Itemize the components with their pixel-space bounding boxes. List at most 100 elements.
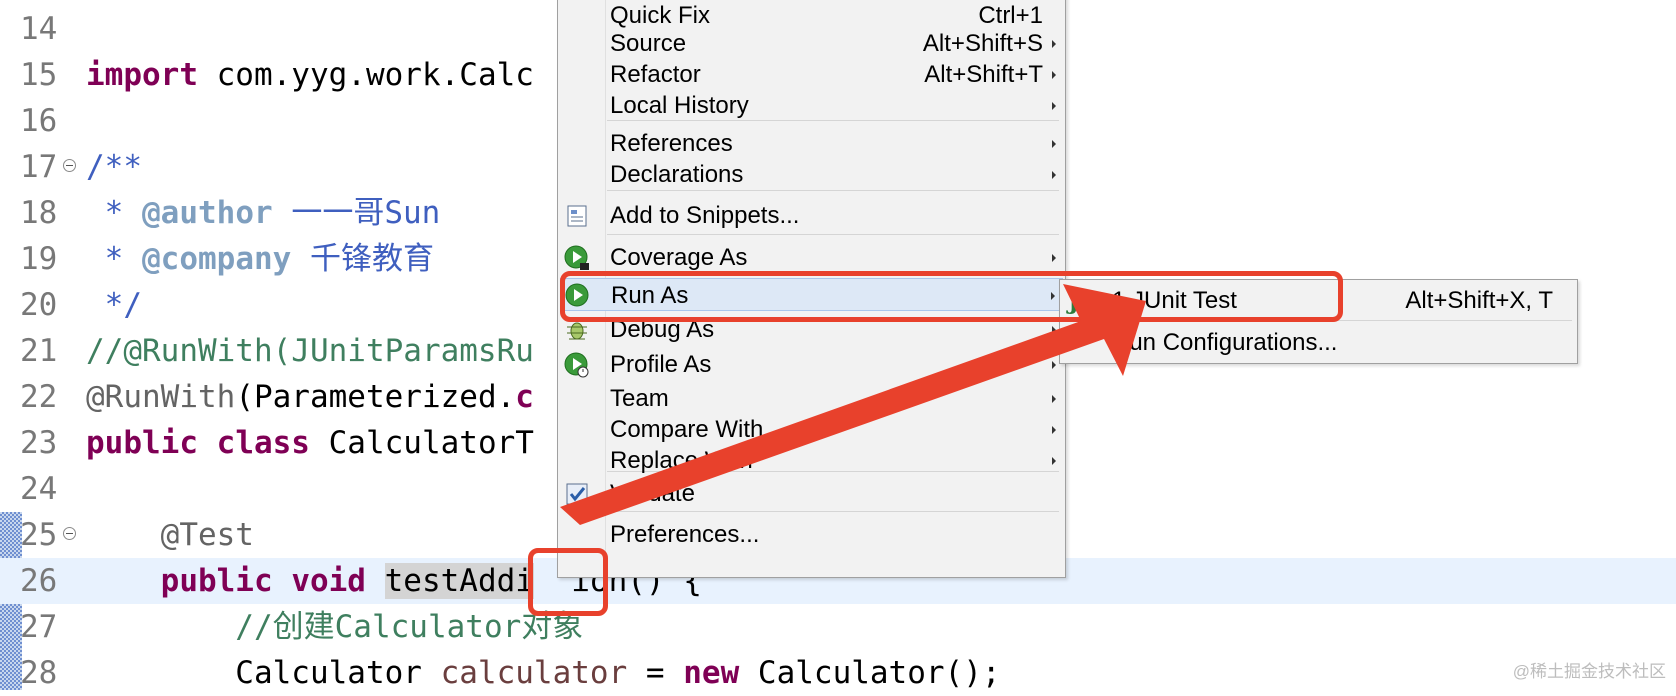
submenu-arrow-icon — [1052, 71, 1056, 79]
code-text: Calculator calculator = new Calculator()… — [86, 650, 1001, 696]
menu-item-profile-as[interactable]: Profile As — [560, 348, 1063, 381]
submenu-arrow-icon — [1052, 326, 1056, 334]
validate-check-icon — [564, 481, 590, 507]
code-token: CalculatorT — [309, 425, 534, 461]
line-number: 20 — [20, 287, 58, 323]
coverage-icon — [564, 245, 590, 271]
menu-item-compare-with[interactable]: Compare With — [560, 413, 1063, 446]
code-token: class — [216, 425, 310, 461]
menu-item-label: Declarations — [610, 161, 744, 188]
submenu-arrow-icon — [1052, 361, 1056, 369]
code-token: * — [86, 241, 142, 277]
menu-item-replace-with[interactable]: Replace With — [560, 444, 1063, 477]
code-text: @RunWith(Parameterized.c — [86, 374, 534, 420]
fold-collapse-icon[interactable] — [63, 159, 76, 172]
line-number: 26 — [20, 563, 58, 599]
line-number: 14 — [20, 11, 58, 47]
menu-item-preferences[interactable]: Preferences... — [560, 518, 1063, 551]
menu-item-label: Refactor — [610, 61, 701, 88]
code-token: import — [86, 57, 198, 93]
submenu-item-label: Run Configurations... — [1112, 329, 1338, 356]
code-line[interactable]: 28 Calculator calculator = new Calculato… — [0, 650, 1676, 696]
code-text: */ — [86, 282, 142, 328]
snippets-icon — [564, 203, 590, 229]
line-number: 21 — [20, 333, 58, 369]
code-token: com.yyg.work.Calc — [197, 57, 534, 93]
menu-item-validate[interactable]: Validate — [560, 477, 1063, 510]
submenu-arrow-icon — [1052, 254, 1056, 262]
menu-item-label: Local History — [610, 92, 749, 119]
code-token: //创建Calculator对象 — [86, 609, 584, 645]
code-token: @company — [142, 241, 292, 277]
menu-item-shortcut: Alt+Shift+S — [922, 30, 1043, 57]
menu-item-label: Replace With — [610, 447, 753, 474]
watermark: @稀土掘金技术社区 — [1512, 662, 1666, 681]
menu-item-refactor[interactable]: Refactor Alt+Shift+T — [560, 58, 1063, 91]
menu-item-shortcut: Alt+Shift+T — [924, 61, 1043, 88]
code-token: 千锋教育 — [291, 241, 434, 277]
menu-item-label: Compare With — [610, 416, 764, 443]
code-token: /** — [86, 149, 142, 185]
code-text: //@RunWith(JUnitParamsRu — [86, 328, 534, 374]
menu-item-local-history[interactable]: Local History — [560, 89, 1063, 122]
submenu-arrow-icon — [1052, 457, 1056, 465]
line-number: 15 — [20, 57, 58, 93]
code-text: * @company 千锋教育 — [86, 236, 434, 282]
menu-item-add-to-snippets[interactable]: Add to Snippets... — [560, 199, 1063, 232]
code-token: */ — [86, 287, 142, 323]
line-number: 18 — [20, 195, 58, 231]
submenu-arrow-icon — [1052, 40, 1056, 48]
menu-separator — [607, 234, 1059, 235]
cursor-highlight-box — [528, 548, 608, 616]
code-token: @author — [142, 195, 273, 231]
menu-item-source[interactable]: Source Alt+Shift+S — [560, 27, 1063, 60]
submenu-item-run-configurations[interactable]: Run Configurations... — [1062, 326, 1573, 359]
line-number: 23 — [20, 425, 58, 461]
line-number: 16 — [20, 103, 58, 139]
submenu-arrow-icon — [1052, 426, 1056, 434]
submenu-arrow-icon — [1052, 171, 1056, 179]
menu-item-team[interactable]: Team — [560, 382, 1063, 415]
line-number: 17 — [20, 149, 58, 185]
menu-separator — [607, 511, 1059, 512]
code-token: Calculator(); — [739, 655, 1001, 691]
menu-item-label: Add to Snippets... — [610, 202, 800, 229]
code-token: //@RunWith(JUnitParamsRu — [86, 333, 534, 369]
code-token: public — [86, 425, 198, 461]
code-text: public class CalculatorT — [86, 420, 534, 466]
menu-item-references[interactable]: References — [560, 127, 1063, 160]
code-text: import com.yyg.work.Calc — [86, 52, 534, 98]
code-text: @Test — [86, 512, 254, 558]
line-number: 25 — [20, 517, 58, 553]
code-token: c — [515, 379, 534, 415]
menu-item-declarations[interactable]: Declarations — [560, 158, 1063, 191]
submenu-item-shortcut: Alt+Shift+X, T — [1405, 287, 1553, 314]
profile-icon — [564, 352, 590, 378]
code-line[interactable]: 27 //创建Calculator对象 — [0, 604, 1676, 650]
code-token: Calculator — [86, 655, 441, 691]
fold-collapse-icon[interactable] — [63, 527, 76, 540]
menu-item-coverage-as[interactable]: Coverage As — [560, 241, 1063, 274]
menu-item-label: Validate — [610, 480, 695, 507]
line-number: 24 — [20, 471, 58, 507]
submenu-arrow-icon — [1052, 395, 1056, 403]
code-token: void — [291, 563, 366, 599]
code-text: //创建Calculator对象 — [86, 604, 583, 650]
code-token: = — [627, 655, 684, 691]
code-token: * — [86, 195, 142, 231]
menu-item-label: Profile As — [610, 351, 712, 378]
submenu-arrow-icon — [1052, 102, 1056, 110]
line-number: 22 — [20, 379, 58, 415]
code-text: * @author 一一哥Sun — [86, 190, 441, 236]
code-token: calculator — [440, 655, 628, 691]
code-token: (Parameterized. — [235, 379, 516, 415]
submenu-arrow-icon — [1052, 140, 1056, 148]
code-token: 一一哥Sun — [272, 195, 441, 231]
line-number: 19 — [20, 241, 58, 277]
menu-item-label: Team — [610, 385, 669, 412]
line-number: 28 — [20, 655, 58, 691]
code-text: /** — [86, 144, 142, 190]
